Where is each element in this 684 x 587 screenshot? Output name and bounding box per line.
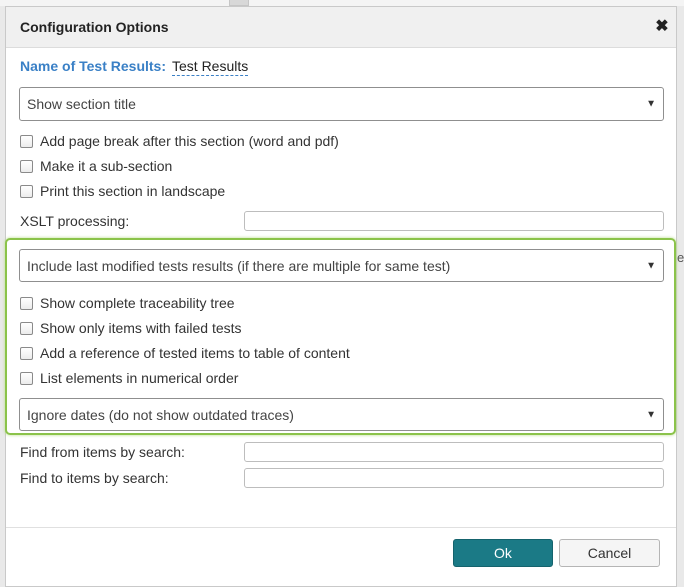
find-from-input[interactable] <box>244 442 664 462</box>
xslt-label: XSLT processing: <box>20 213 130 229</box>
page-break-checkbox[interactable] <box>20 134 33 148</box>
traceability-tree-label: Show complete traceability tree <box>40 295 235 311</box>
xslt-input[interactable] <box>244 211 664 231</box>
landscape-label: Print this section in landscape <box>40 183 226 199</box>
test-results-select-value: Include last modified tests results (if … <box>27 257 451 274</box>
dropdown-arrow-icon: ▼ <box>646 409 656 420</box>
test-results-select[interactable]: Include last modified tests results (if … <box>19 249 664 282</box>
option-sub-section[interactable]: Make it a sub-section <box>20 157 172 175</box>
option-landscape[interactable]: Print this section in landscape <box>20 182 225 200</box>
numerical-order-label: List elements in numerical order <box>40 370 239 386</box>
page-break-label: Add page break after this section (word … <box>40 133 339 149</box>
landscape-checkbox[interactable] <box>20 184 33 198</box>
dialog-header: Configuration Options ✖ <box>6 7 676 48</box>
configuration-dialog: Configuration Options ✖ Name of Test Res… <box>5 6 677 587</box>
option-toc-reference[interactable]: Add a reference of tested items to table… <box>20 344 350 362</box>
toc-reference-checkbox[interactable] <box>20 346 33 360</box>
sub-section-checkbox[interactable] <box>20 159 33 173</box>
name-value-editable[interactable]: Test Results <box>172 58 249 76</box>
close-icon[interactable]: ✖ <box>655 18 669 36</box>
option-traceability-tree[interactable]: Show complete traceability tree <box>20 294 235 312</box>
traceability-tree-checkbox[interactable] <box>20 296 33 310</box>
dates-select-value: Ignore dates (do not show outdated trace… <box>27 406 294 423</box>
numerical-order-checkbox[interactable] <box>20 371 33 385</box>
name-label: Name of Test Results: <box>20 58 166 74</box>
sub-section-label: Make it a sub-section <box>40 158 173 174</box>
toc-reference-label: Add a reference of tested items to table… <box>40 345 350 361</box>
failed-tests-label: Show only items with failed tests <box>40 320 242 336</box>
name-row: Name of Test Results: Test Results <box>20 58 249 76</box>
background-edge: e <box>677 250 684 265</box>
find-from-label: Find from items by search: <box>20 444 185 460</box>
option-numerical-order[interactable]: List elements in numerical order <box>20 369 238 387</box>
option-failed-tests[interactable]: Show only items with failed tests <box>20 319 242 337</box>
dropdown-arrow-icon: ▼ <box>646 98 656 110</box>
failed-tests-checkbox[interactable] <box>20 321 33 335</box>
ok-button[interactable]: Ok <box>453 539 553 567</box>
section-title-select-value: Show section title <box>27 96 136 112</box>
dialog-title: Configuration Options <box>20 19 169 35</box>
find-to-label: Find to items by search: <box>20 470 169 486</box>
dates-select[interactable]: Ignore dates (do not show outdated trace… <box>19 398 664 431</box>
option-page-break[interactable]: Add page break after this section (word … <box>20 132 339 150</box>
dropdown-arrow-icon: ▼ <box>646 260 656 271</box>
find-to-input[interactable] <box>244 468 664 488</box>
footer-divider <box>6 527 676 528</box>
cancel-button[interactable]: Cancel <box>559 539 660 567</box>
section-title-select[interactable]: Show section title ▼ <box>19 87 664 121</box>
